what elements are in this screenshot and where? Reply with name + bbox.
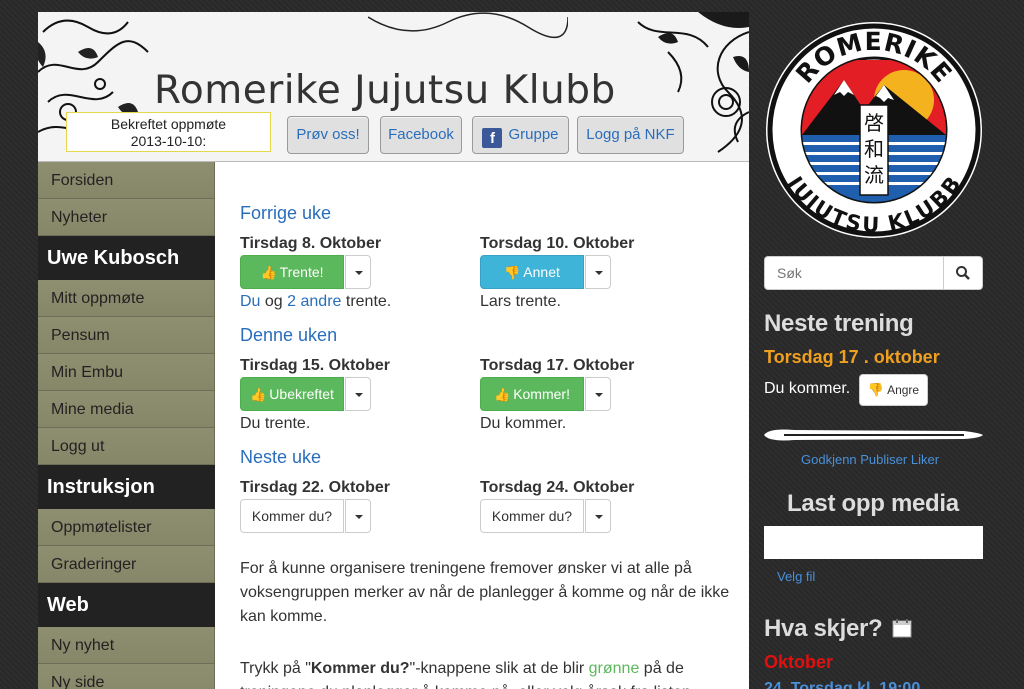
ornament-top-image	[368, 12, 568, 39]
nav-item-my-embu[interactable]: Min Embu	[38, 354, 215, 391]
search-icon	[956, 266, 970, 280]
search-input[interactable]	[764, 256, 944, 290]
day-title-thu-17: Torsdag 17. Oktober	[480, 357, 635, 374]
day-title-thu-24: Torsdag 24. Oktober	[480, 479, 635, 496]
thumbs-up-icon: 👍	[494, 387, 511, 402]
nav-item-pensum[interactable]: Pensum	[38, 317, 215, 354]
search-button[interactable]	[944, 256, 983, 290]
link-others[interactable]: 2 andre	[287, 293, 341, 310]
facebook-button[interactable]: Facebook	[380, 116, 462, 154]
attendance-dropdown-thu-10: 👎 Annet	[480, 255, 611, 289]
day-title-tue-22: Tirsdag 22. Oktober	[240, 479, 390, 496]
intro-paragraph: For å kunne organisere treningene fremov…	[240, 560, 730, 625]
nav-section-user: Uwe Kubosch	[38, 236, 215, 280]
day-title-tue-15: Tirsdag 15. Oktober	[240, 357, 390, 374]
group-label: Gruppe	[508, 126, 559, 143]
status-tue-8: Du og 2 andre trente.	[240, 293, 392, 310]
club-logo-image: 啓 和 流 ROMERIKE JUJUTSU KLUBB	[766, 22, 982, 238]
chevron-down-icon[interactable]	[345, 499, 371, 533]
next-training-title: Neste trening	[764, 310, 914, 337]
upload-media-title: Last opp media	[787, 490, 959, 517]
search-form	[764, 256, 984, 290]
nav-item-new-news[interactable]: Ny nyhet	[38, 627, 215, 664]
logo-kanji-3: 流	[864, 163, 884, 187]
events-month: Oktober	[764, 652, 834, 672]
nav-item-nyheter[interactable]: Nyheter	[38, 199, 215, 236]
nav-item-my-attendance[interactable]: Mitt oppmøte	[38, 280, 215, 317]
site-title: Romerike Jujutsu Klubb	[154, 68, 616, 113]
status-thu-10: Lars trente.	[480, 293, 561, 310]
chevron-down-icon[interactable]	[585, 499, 611, 533]
nav-item-logout[interactable]: Logg ut	[38, 428, 215, 465]
instruction-paragraph: Trykk på "Kommer du?"-knappene slik at d…	[240, 660, 691, 689]
confirmed-attendance-label: Bekreftet oppmøte	[110, 116, 227, 132]
attendance-dropdown-tue-8: 👍 Trente!	[240, 255, 371, 289]
chevron-down-icon[interactable]	[345, 255, 371, 289]
thumbs-up-icon: 👍	[250, 387, 267, 402]
confirmed-attendance-date: 2013-10-10:	[130, 133, 207, 149]
facebook-group-button[interactable]: f Gruppe	[472, 116, 569, 154]
nav-section-web: Web	[38, 583, 215, 627]
event-item[interactable]: 24. Torsdag kl. 19:00	[764, 680, 920, 689]
events-title: Hva skjer?	[764, 615, 913, 643]
thumbs-down-icon: 👎	[504, 265, 521, 280]
day-title-thu-10: Torsdag 10. Oktober	[480, 235, 635, 252]
facebook-icon: f	[482, 128, 503, 148]
will-you-come-button[interactable]: Kommer du?	[240, 499, 344, 533]
link-you[interactable]: Du	[240, 293, 260, 310]
week-heading-next: Neste uke	[240, 447, 322, 467]
status-thu-17: Du kommer.	[480, 415, 567, 432]
attendance-dropdown-thu-24: Kommer du?	[480, 499, 611, 533]
chevron-down-icon[interactable]	[345, 377, 371, 411]
confirmed-attendance-box: Bekreftet oppmøte 2013-10-10:	[66, 112, 271, 152]
attendance-dropdown-thu-17: 👍 Kommer!	[480, 377, 611, 411]
brush-divider-image	[764, 429, 983, 441]
nav-item-gradings[interactable]: Graderinger	[38, 546, 215, 583]
attendance-dropdown-tue-22: Kommer du?	[240, 499, 371, 533]
login-nkf-button[interactable]: Logg på NKF	[577, 116, 684, 154]
attendance-dropdown-tue-15: 👍 Ubekreftet	[240, 377, 371, 411]
week-heading-this: Denne uken	[240, 325, 338, 345]
media-action-links[interactable]: Godkjenn Publiser Liker	[801, 452, 939, 467]
attendance-button[interactable]: 👍 Kommer!	[480, 377, 584, 411]
thumbs-up-icon: 👍	[260, 265, 277, 280]
choose-file-link[interactable]: Velg fil	[777, 569, 815, 584]
undo-button[interactable]: 👎 Angre	[859, 374, 928, 406]
status-tue-15: Du trente.	[240, 415, 311, 432]
site-header: Romerike Jujutsu Klubb Bekreftet oppmøte…	[38, 12, 749, 162]
logo-kanji-2: 和	[864, 137, 884, 161]
nav-item-my-media[interactable]: Mine media	[38, 391, 215, 428]
main-column: Romerike Jujutsu Klubb Bekreftet oppmøte…	[38, 12, 749, 689]
nav-section-instruction: Instruksjon	[38, 465, 215, 509]
next-training-status: Du kommer.	[764, 380, 851, 397]
next-training-day[interactable]: Torsdag 17 . oktober	[764, 347, 940, 368]
thumbs-down-icon: 👎	[867, 382, 885, 397]
chevron-down-icon[interactable]	[585, 377, 611, 411]
attendance-button[interactable]: 👍 Ubekreftet	[240, 377, 344, 411]
nav-item-new-page[interactable]: Ny side	[38, 664, 215, 689]
attendance-button[interactable]: 👍 Trente!	[240, 255, 344, 289]
right-sidebar: 啓 和 流 ROMERIKE JUJUTSU KLUBB Neste treni…	[749, 12, 998, 689]
logo-kanji-1: 啓	[864, 111, 884, 135]
calendar-icon	[892, 619, 912, 638]
week-heading-previous: Forrige uke	[240, 203, 332, 223]
day-title-tue-8: Tirsdag 8. Oktober	[240, 235, 382, 252]
nav-item-attendance-lists[interactable]: Oppmøtelister	[38, 509, 215, 546]
sidebar-nav: Forsiden Nyheter Uwe Kubosch Mitt oppmøt…	[38, 162, 215, 689]
club-logo[interactable]: 啓 和 流 ROMERIKE JUJUTSU KLUBB	[764, 20, 983, 244]
attendance-button[interactable]: 👎 Annet	[480, 255, 584, 289]
chevron-down-icon[interactable]	[585, 255, 611, 289]
nav-item-forsiden[interactable]: Forsiden	[38, 162, 215, 199]
will-you-come-button[interactable]: Kommer du?	[480, 499, 584, 533]
upload-field[interactable]	[764, 526, 983, 559]
try-us-button[interactable]: Prøv oss!	[287, 116, 369, 154]
